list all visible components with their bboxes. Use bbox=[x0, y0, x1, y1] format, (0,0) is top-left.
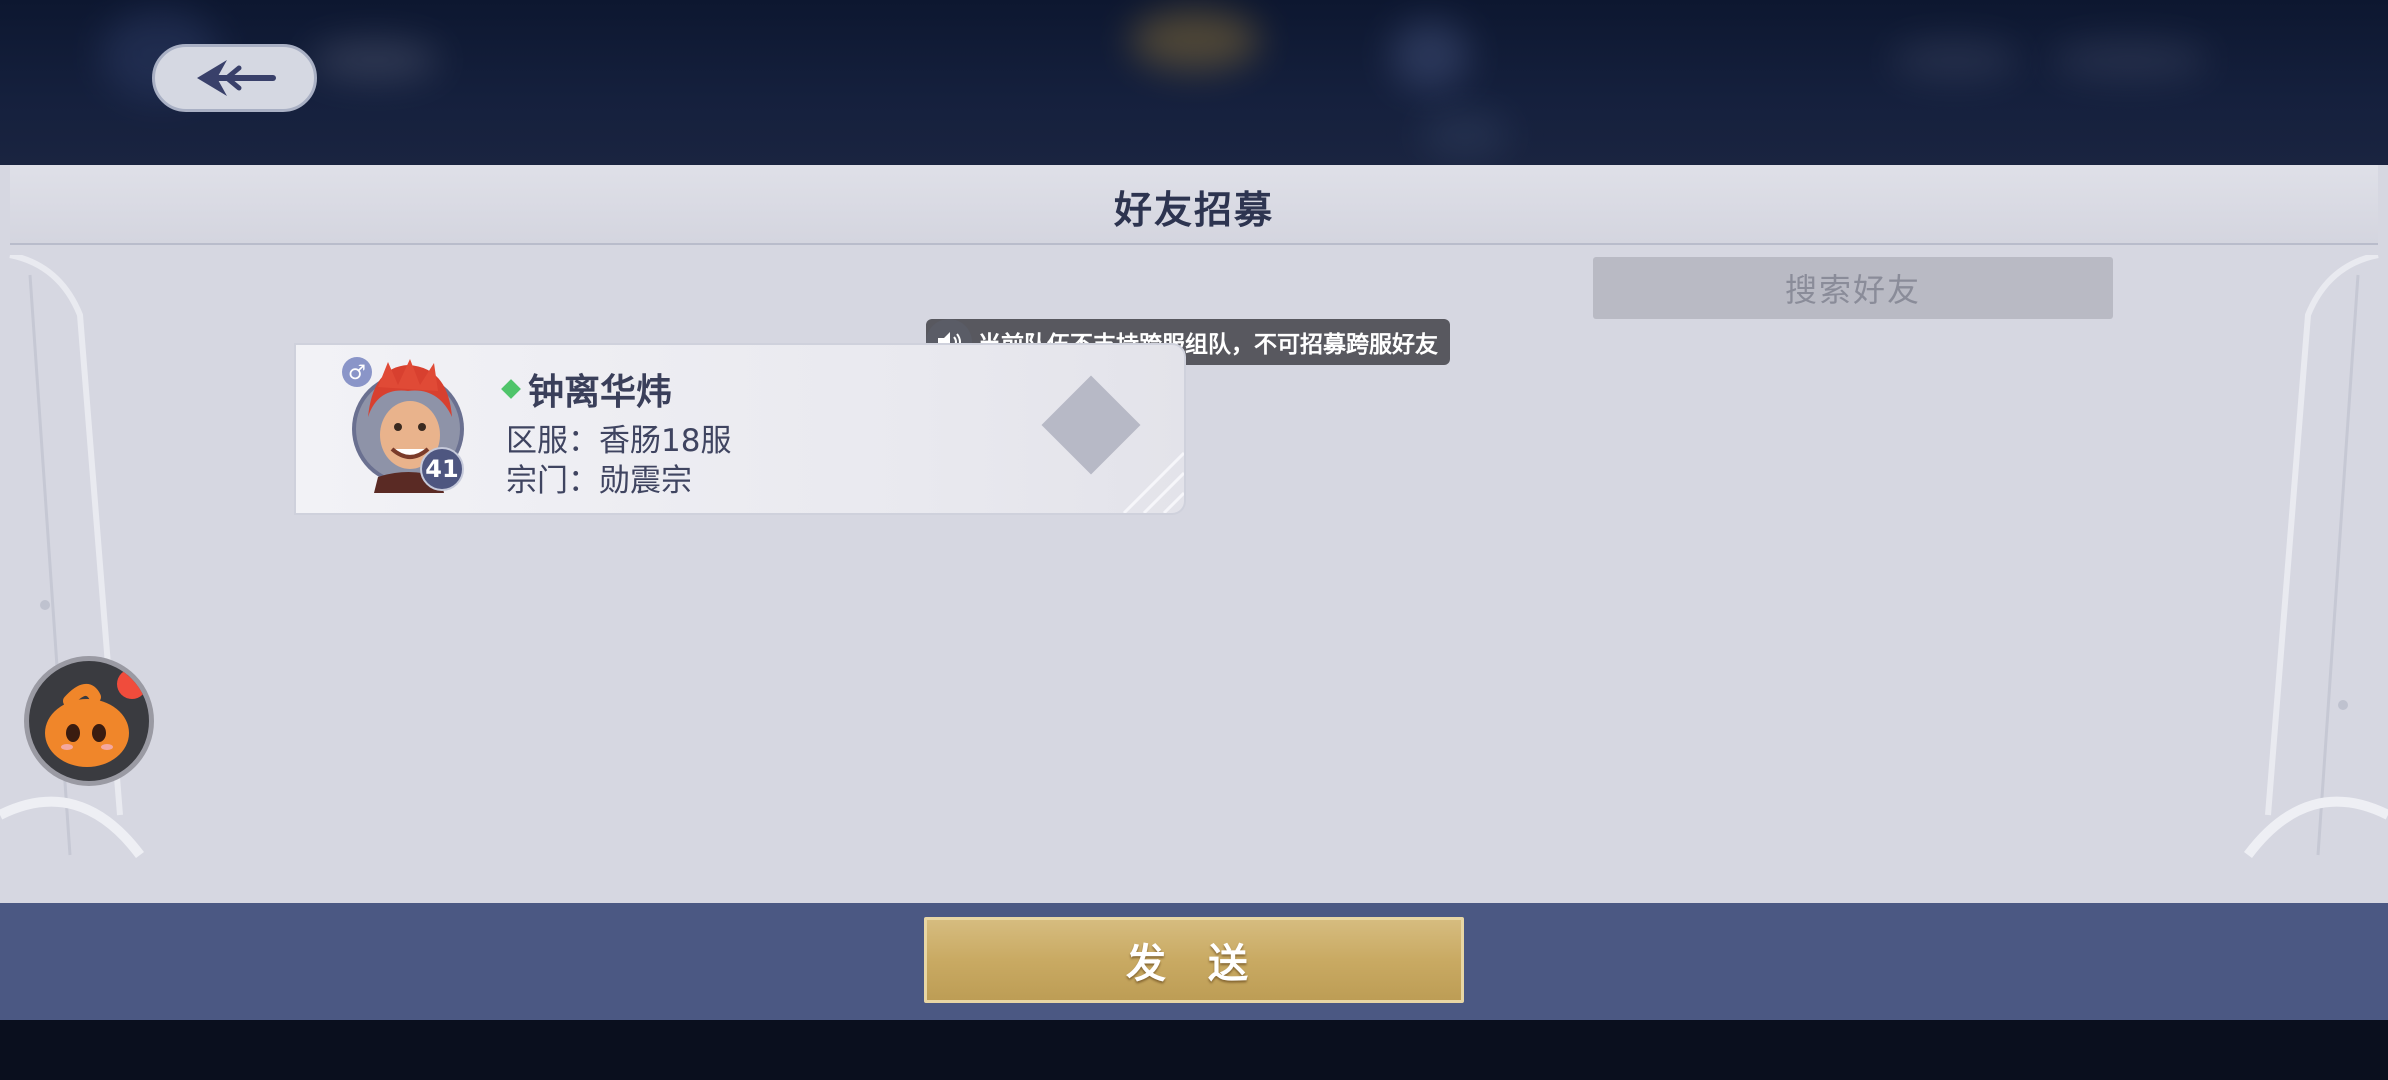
send-button[interactable]: 发 送 bbox=[924, 917, 1464, 1003]
top-bar bbox=[0, 0, 2388, 165]
friend-name: 钟离华炜 bbox=[528, 371, 673, 413]
back-arrow-icon bbox=[196, 60, 276, 96]
friend-sect: 宗门：勋震宗 bbox=[506, 463, 692, 499]
right-frame-ornament bbox=[2244, 255, 2388, 859]
male-icon: ♂ bbox=[342, 357, 372, 387]
search-friend-button[interactable]: 搜索好友 bbox=[1593, 257, 2113, 319]
left-frame-ornament bbox=[0, 255, 144, 859]
card-corner-ornament bbox=[1122, 451, 1184, 513]
avatar: ♂ 41 bbox=[342, 357, 464, 493]
friend-name-row: 钟离华炜 bbox=[501, 363, 673, 415]
friend-card[interactable]: ♂ 41 钟离华炜 区服：香肠18服 宗门：勋震宗 bbox=[294, 343, 1186, 515]
back-button[interactable] bbox=[152, 44, 317, 112]
panel-title: 好友招募 bbox=[1113, 187, 1274, 232]
green-diamond-icon bbox=[501, 379, 521, 399]
assistant-pet-button[interactable] bbox=[24, 656, 154, 786]
level-badge: 41 bbox=[420, 447, 464, 491]
notification-dot bbox=[117, 669, 147, 699]
footer-strip bbox=[0, 1020, 2388, 1080]
friend-recruit-panel: 好友招募 搜索好友 当前队伍不支持跨服组队，不可招募跨服好友 ♂ 41 钟离华炜… bbox=[0, 165, 2388, 903]
friend-server: 区服：香肠18服 bbox=[506, 423, 732, 459]
